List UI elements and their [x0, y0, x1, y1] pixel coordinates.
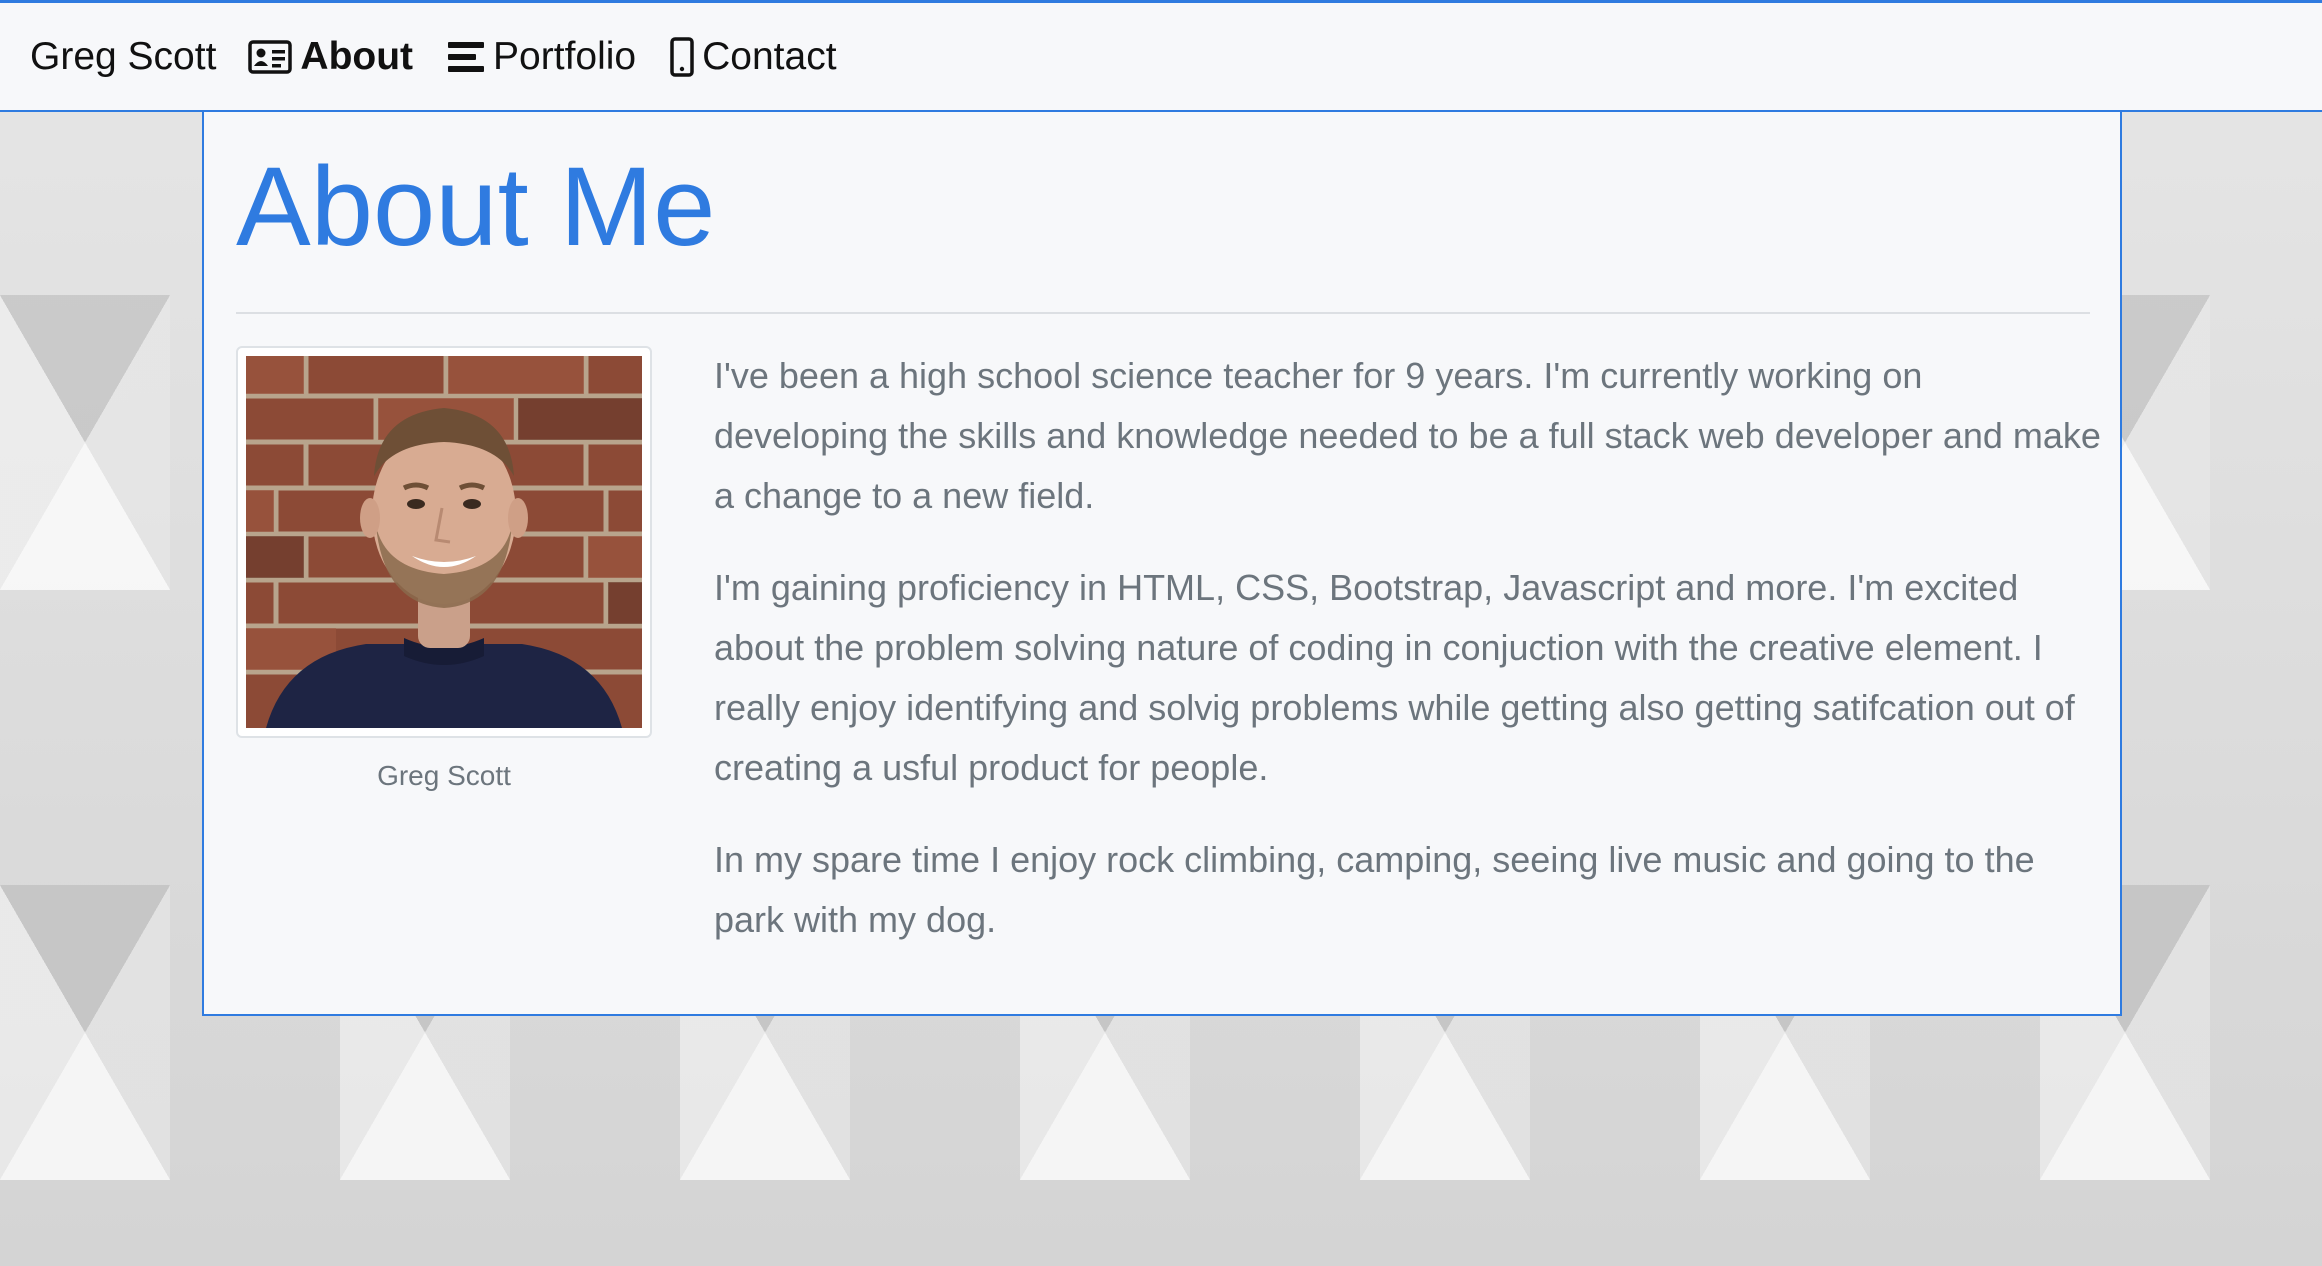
divider — [236, 312, 2090, 314]
nav-label-portfolio: Portfolio — [493, 34, 637, 78]
nav-item-contact[interactable]: Contact — [670, 34, 837, 79]
bio-text: I've been a high school science teacher … — [714, 346, 2104, 982]
profile-photo — [236, 346, 652, 738]
brand-link[interactable]: Greg Scott — [30, 35, 216, 79]
photo-caption: Greg Scott — [377, 760, 511, 791]
nav-item-about[interactable]: About — [248, 35, 413, 79]
about-panel: About Me Greg Scott I've been a high sch… — [202, 112, 2122, 1016]
id-card-icon — [248, 39, 293, 74]
page-title: About Me — [236, 144, 716, 269]
profile-figure: Greg Scott — [236, 346, 652, 792]
nav-item-portfolio[interactable]: Portfolio — [447, 35, 636, 79]
mobile-phone-icon — [670, 36, 694, 77]
bio-paragraph: I'm gaining proficiency in HTML, CSS, Bo… — [714, 567, 2075, 788]
nav-label-about: About — [300, 34, 414, 78]
nav-label-contact: Contact — [702, 34, 837, 78]
bio-paragraph: I've been a high school science teacher … — [714, 355, 2101, 516]
top-navbar: Greg Scott About Portfolio Contact — [0, 0, 2322, 112]
bars-icon — [447, 40, 485, 74]
bio-paragraph: In my spare time I enjoy rock climbing, … — [714, 839, 2035, 940]
